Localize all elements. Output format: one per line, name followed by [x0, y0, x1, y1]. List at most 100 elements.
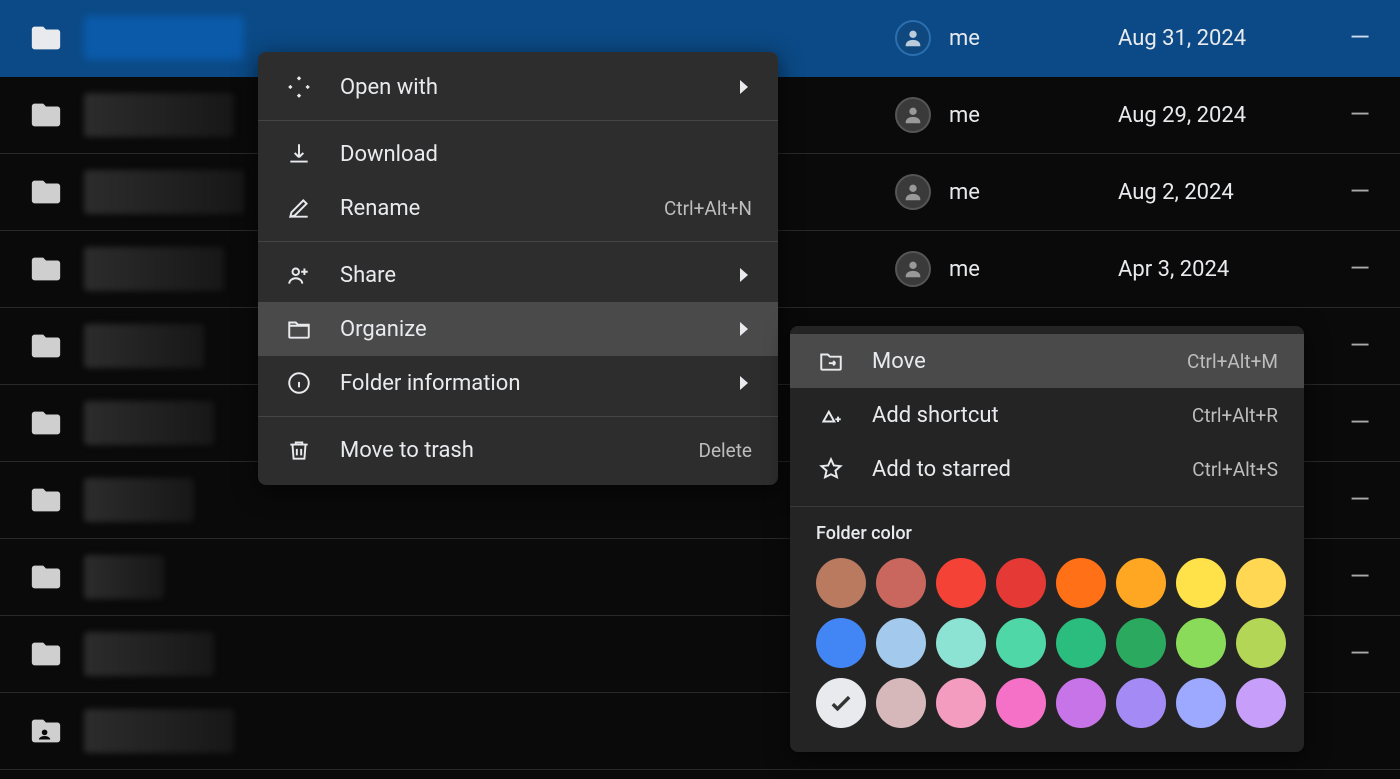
- owner-cell: me: [895, 20, 980, 56]
- color-swatch[interactable]: [1116, 558, 1166, 608]
- menu-label: Move: [872, 349, 1187, 374]
- menu-shortcut: Ctrl+Alt+M: [1187, 350, 1278, 373]
- folder-icon: [26, 18, 66, 58]
- owner-cell: me: [895, 174, 980, 210]
- size-cell: —: [1350, 100, 1370, 130]
- date-cell: Aug 31, 2024: [1118, 26, 1246, 51]
- menu-label: Move to trash: [340, 438, 698, 463]
- menu-open-with[interactable]: Open with: [258, 60, 778, 114]
- organize-icon: [284, 314, 314, 344]
- menu-label: Rename: [340, 196, 664, 221]
- submenu-add-to-starred[interactable]: Add to starred Ctrl+Alt+S: [790, 442, 1304, 496]
- color-swatch[interactable]: [1056, 618, 1106, 668]
- color-swatch[interactable]: [1176, 618, 1226, 668]
- color-swatch[interactable]: [1056, 678, 1106, 728]
- menu-label: Add shortcut: [872, 403, 1192, 428]
- color-swatch[interactable]: [936, 558, 986, 608]
- folder-icon: [26, 95, 66, 135]
- color-swatch[interactable]: [1236, 558, 1286, 608]
- owner-label: me: [949, 103, 980, 128]
- menu-rename[interactable]: Rename Ctrl+Alt+N: [258, 181, 778, 235]
- info-icon: [284, 368, 314, 398]
- size-cell: —: [1350, 408, 1370, 438]
- file-name-redacted: [84, 478, 194, 522]
- size-cell: —: [1350, 177, 1370, 207]
- folder-icon: [26, 403, 66, 443]
- file-name-redacted: [84, 401, 214, 445]
- color-swatch[interactable]: [1056, 558, 1106, 608]
- color-swatch[interactable]: [1176, 678, 1226, 728]
- menu-shortcut: Ctrl+Alt+N: [664, 197, 752, 220]
- context-menu: Open with Download Rename Ctrl+Alt+N Sha…: [258, 52, 778, 485]
- menu-move-to-trash[interactable]: Move to trash Delete: [258, 423, 778, 477]
- color-swatch[interactable]: [816, 678, 866, 728]
- menu-shortcut: Ctrl+Alt+S: [1192, 458, 1278, 481]
- organize-submenu: Move Ctrl+Alt+M Add shortcut Ctrl+Alt+R …: [790, 326, 1304, 752]
- star-icon: [816, 454, 846, 484]
- color-swatch[interactable]: [1236, 618, 1286, 668]
- file-name-redacted: [84, 93, 234, 137]
- color-swatch[interactable]: [996, 678, 1046, 728]
- owner-label: me: [949, 257, 980, 282]
- color-swatch[interactable]: [936, 618, 986, 668]
- menu-divider: [258, 241, 778, 242]
- file-name-redacted: [84, 324, 204, 368]
- menu-label: Organize: [340, 317, 752, 342]
- menu-divider: [258, 416, 778, 417]
- chevron-right-icon: [740, 80, 748, 94]
- color-swatch[interactable]: [996, 558, 1046, 608]
- add-shortcut-icon: [816, 400, 846, 430]
- rename-icon: [284, 193, 314, 223]
- menu-divider: [258, 120, 778, 121]
- file-name-redacted: [84, 247, 224, 291]
- color-swatch[interactable]: [876, 618, 926, 668]
- menu-label: Folder information: [340, 371, 752, 396]
- menu-download[interactable]: Download: [258, 127, 778, 181]
- owner-cell: me: [895, 251, 980, 287]
- folder-icon: [26, 557, 66, 597]
- color-swatch-grid: [790, 558, 1304, 728]
- color-swatch[interactable]: [996, 618, 1046, 668]
- menu-shortcut: Ctrl+Alt+R: [1192, 404, 1278, 427]
- folder-icon: [26, 480, 66, 520]
- owner-label: me: [949, 180, 980, 205]
- file-name-redacted: [84, 632, 214, 676]
- menu-organize[interactable]: Organize: [258, 302, 778, 356]
- size-cell: —: [1350, 562, 1370, 592]
- folder-icon: [26, 172, 66, 212]
- color-swatch[interactable]: [876, 558, 926, 608]
- menu-folder-information[interactable]: Folder information: [258, 356, 778, 410]
- size-cell: —: [1350, 485, 1370, 515]
- chevron-right-icon: [740, 268, 748, 282]
- folder-icon: [26, 326, 66, 366]
- chevron-right-icon: [740, 322, 748, 336]
- size-cell: —: [1350, 639, 1370, 669]
- menu-label: Share: [340, 263, 752, 288]
- color-swatch[interactable]: [1236, 678, 1286, 728]
- color-swatch[interactable]: [816, 618, 866, 668]
- submenu-add-shortcut[interactable]: Add shortcut Ctrl+Alt+R: [790, 388, 1304, 442]
- avatar-icon: [895, 251, 931, 287]
- open-with-icon: [284, 72, 314, 102]
- file-name-redacted: [84, 16, 244, 60]
- file-name-redacted: [84, 555, 164, 599]
- color-swatch[interactable]: [1176, 558, 1226, 608]
- color-swatch[interactable]: [1116, 618, 1166, 668]
- color-swatch[interactable]: [936, 678, 986, 728]
- shared-folder-icon: [26, 711, 66, 751]
- folder-icon: [26, 634, 66, 674]
- menu-label: Open with: [340, 75, 752, 100]
- avatar-icon: [895, 20, 931, 56]
- folder-color-title: Folder color: [790, 517, 1304, 558]
- color-swatch[interactable]: [1116, 678, 1166, 728]
- avatar-icon: [895, 97, 931, 133]
- color-swatch[interactable]: [816, 558, 866, 608]
- menu-shortcut: Delete: [698, 439, 752, 462]
- date-cell: Apr 3, 2024: [1118, 257, 1229, 282]
- avatar-icon: [895, 174, 931, 210]
- menu-share[interactable]: Share: [258, 248, 778, 302]
- size-cell: —: [1350, 331, 1370, 361]
- submenu-move[interactable]: Move Ctrl+Alt+M: [790, 334, 1304, 388]
- trash-icon: [284, 435, 314, 465]
- color-swatch[interactable]: [876, 678, 926, 728]
